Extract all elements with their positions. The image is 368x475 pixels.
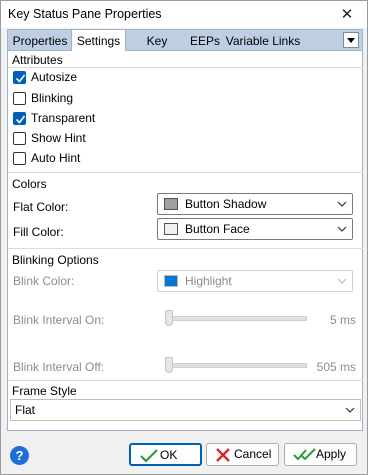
flat-color-select[interactable]: Button Shadow (157, 193, 353, 215)
slider-thumb[interactable] (165, 357, 173, 373)
cancel-button[interactable]: Cancel (206, 443, 279, 466)
x-icon (216, 448, 230, 462)
tab-variable-links[interactable]: Variable Links (224, 32, 302, 50)
dialog-footer: ? OK Cancel Apply (1, 437, 367, 473)
slider-thumb[interactable] (165, 310, 173, 326)
chevron-down-icon (347, 38, 355, 43)
autosize-label: Autosize (31, 70, 78, 84)
blink-color-value: Highlight (185, 274, 232, 288)
checkbox-box (13, 132, 26, 145)
frame-style-value: Flat (15, 403, 36, 417)
divider (8, 248, 363, 249)
flat-color-value: Button Shadow (185, 197, 267, 211)
cancel-label: Cancel (234, 447, 272, 461)
settings-panel: Attributes Autosize Blinking Transparent… (7, 51, 363, 431)
double-check-icon (293, 448, 316, 461)
colors-title: Colors (12, 177, 47, 191)
checkbox-box (13, 92, 26, 105)
blinking-options-title: Blinking Options (12, 253, 99, 267)
frame-style-title: Frame Style (12, 384, 77, 398)
blink-interval-on-label: Blink Interval On: (13, 313, 105, 327)
checkbox-box (13, 112, 26, 125)
fill-color-select[interactable]: Button Face (157, 218, 353, 240)
ok-button[interactable]: OK (129, 443, 202, 466)
tab-properties[interactable]: Properties (10, 32, 70, 50)
title-bar: Key Status Pane Properties ✕ (1, 1, 367, 28)
tab-bar: Properties Settings Key Status EEPs Vari… (7, 29, 363, 66)
blink-color-select[interactable]: Highlight (157, 270, 353, 292)
fill-color-value: Button Face (185, 222, 250, 236)
chevron-down-icon (337, 278, 347, 284)
ok-label: OK (160, 448, 178, 462)
slider-track (169, 316, 307, 321)
divider (8, 172, 363, 173)
tab-settings[interactable]: Settings (71, 29, 126, 52)
close-icon[interactable]: ✕ (327, 1, 367, 28)
show-hint-label: Show Hint (31, 131, 86, 145)
check-icon (140, 449, 158, 463)
checkbox-box (13, 71, 26, 84)
color-swatch (164, 275, 178, 287)
help-icon[interactable]: ? (10, 446, 29, 465)
tab-key-status[interactable]: Key Status (128, 32, 186, 66)
frame-style-select[interactable]: Flat (10, 399, 361, 421)
blink-interval-off-value: 505 ms (316, 360, 356, 374)
window-title: Key Status Pane Properties (8, 7, 162, 21)
auto-hint-label: Auto Hint (31, 151, 81, 165)
tab-eeps[interactable]: EEPs (188, 32, 222, 50)
tab-overflow-button[interactable] (343, 32, 359, 48)
color-swatch (164, 223, 178, 235)
chevron-down-icon (337, 201, 347, 207)
apply-button[interactable]: Apply (284, 443, 357, 466)
divider (8, 380, 363, 381)
dialog-window: Key Status Pane Properties ✕ Properties … (0, 0, 368, 475)
blink-interval-off-slider[interactable] (165, 355, 307, 375)
color-swatch (164, 198, 178, 210)
attributes-title: Attributes (12, 53, 63, 67)
chevron-down-icon (337, 226, 347, 232)
blinking-label: Blinking (31, 91, 74, 105)
blink-interval-on-value: 5 ms (329, 313, 356, 327)
chevron-down-icon (345, 407, 355, 413)
blink-color-label: Blink Color: (13, 274, 75, 288)
transparent-label: Transparent (31, 111, 96, 125)
flat-color-label: Flat Color: (13, 200, 69, 214)
checkbox-box (13, 152, 26, 165)
blink-interval-on-slider[interactable] (165, 308, 307, 328)
fill-color-label: Fill Color: (13, 225, 64, 239)
slider-track (169, 363, 307, 368)
blink-interval-off-label: Blink Interval Off: (13, 360, 105, 374)
apply-label: Apply (316, 447, 347, 461)
divider (8, 67, 363, 68)
